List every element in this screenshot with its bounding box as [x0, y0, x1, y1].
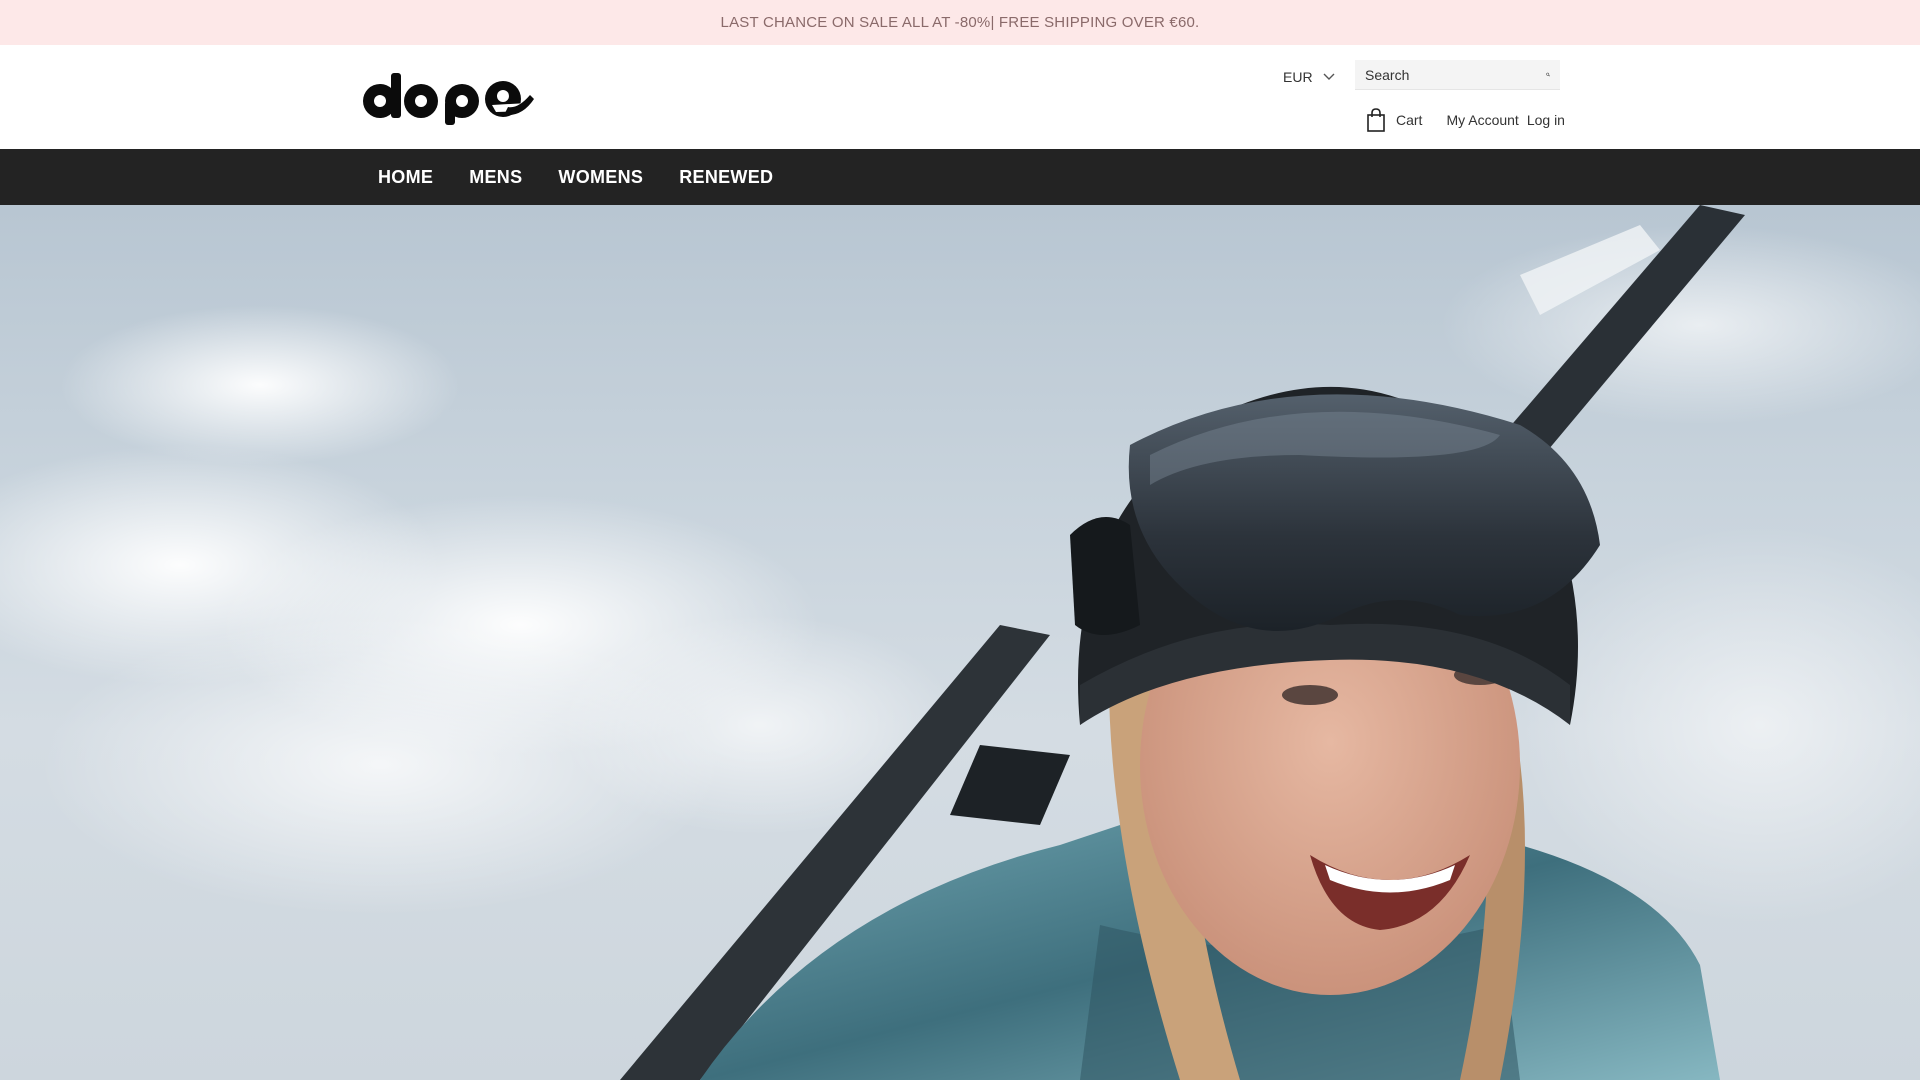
nav-item-home[interactable]: HOME [378, 167, 433, 188]
site-header: EUR Cart My Account Log in [0, 45, 1920, 149]
search-icon[interactable] [1546, 68, 1550, 81]
login-link[interactable]: Log in [1527, 112, 1565, 128]
dope-logo[interactable] [358, 65, 534, 127]
nav-item-renewed[interactable]: RENEWED [679, 167, 773, 188]
announcement-bar: LAST CHANCE ON SALE ALL AT -80%| FREE SH… [0, 0, 1920, 45]
my-account-link[interactable]: My Account [1446, 112, 1518, 128]
hero-banner[interactable] [0, 205, 1920, 1080]
nav-item-mens[interactable]: MENS [469, 167, 522, 188]
search-input[interactable] [1365, 66, 1546, 83]
cart-label: Cart [1396, 112, 1423, 128]
announcement-text: LAST CHANCE ON SALE ALL AT -80%| FREE SH… [720, 14, 1200, 31]
currency-selector[interactable]: EUR [1283, 65, 1335, 89]
shopping-bag-icon [1367, 108, 1385, 132]
header-links: Cart My Account Log in [1366, 107, 1565, 133]
nav-item-womens[interactable]: WOMENS [558, 167, 643, 188]
chevron-down-icon [1323, 73, 1335, 80]
main-nav: HOME MENS WOMENS RENEWED [0, 149, 1920, 205]
search-box [1355, 60, 1560, 90]
hero-image [0, 205, 1920, 1080]
currency-value: EUR [1283, 69, 1313, 85]
cart-link[interactable]: Cart [1366, 108, 1422, 132]
